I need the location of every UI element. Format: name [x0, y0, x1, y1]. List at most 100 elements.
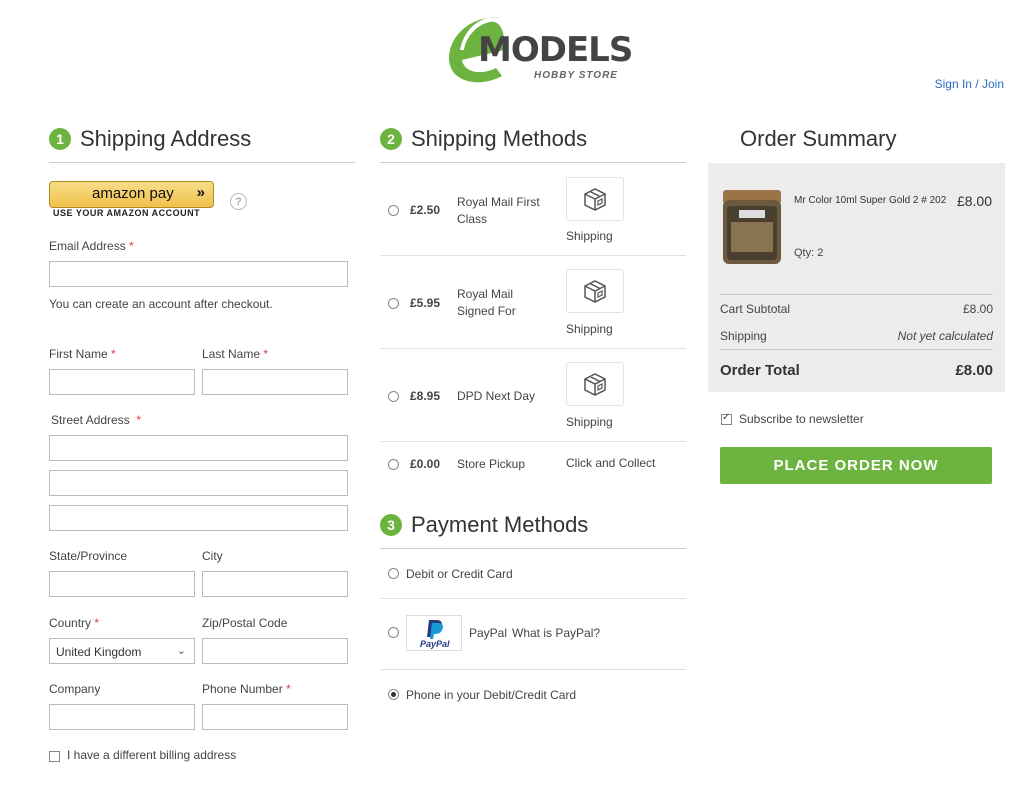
box-icon — [566, 362, 624, 406]
shipping-methods-heading: 2 Shipping Methods — [380, 126, 587, 152]
street-address-line-1[interactable] — [49, 435, 348, 461]
shipping-price: £0.00 — [410, 457, 441, 471]
shipping-price: £5.95 — [410, 296, 441, 310]
shipping-option-radio[interactable] — [388, 205, 399, 216]
order-total-value: £8.00 — [955, 362, 993, 379]
newsletter-label: Subscribe to newsletter — [739, 412, 864, 426]
box-icon — [566, 269, 624, 313]
divider — [380, 255, 686, 256]
shipping-method-name: DPD Next Day — [457, 389, 536, 403]
help-icon[interactable]: ? — [230, 193, 247, 210]
order-summary-heading: Order Summary — [740, 126, 896, 152]
shipping-option-radio[interactable] — [388, 298, 399, 309]
billing-address-checkbox[interactable] — [49, 751, 60, 762]
sign-in-link[interactable]: Sign In — [935, 77, 972, 91]
country-value: United Kingdom — [56, 645, 142, 659]
paypal-logo-text: PayPal — [420, 639, 450, 649]
email-field[interactable] — [49, 261, 348, 287]
divider — [720, 294, 993, 295]
amazon-pay-button[interactable]: amazon pay » — [49, 181, 214, 208]
shipping-method-name: Royal Mail First Class — [457, 195, 540, 226]
account-links: Sign In / Join — [935, 77, 1004, 91]
payment-paypal-radio[interactable] — [388, 627, 399, 638]
order-total-label: Order Total — [720, 362, 800, 379]
place-order-button[interactable]: PLACE ORDER NOW — [720, 447, 992, 484]
subtotal-value: £8.00 — [962, 302, 993, 316]
phone-field[interactable] — [202, 704, 348, 730]
email-label: Email Address * — [49, 239, 134, 253]
divider — [720, 349, 993, 350]
first-name-field[interactable] — [49, 369, 195, 395]
amazon-pay-label: amazon pay — [92, 185, 174, 202]
step-number-1: 1 — [49, 128, 71, 150]
step-number-3: 3 — [380, 514, 402, 536]
divider — [380, 441, 686, 442]
order-summary-panel: Mr Color 10ml Super Gold 2 # 202 £8.00 Q… — [708, 163, 1005, 392]
logo-text: MODELS — [478, 30, 633, 70]
account-note: You can create an account after checkout… — [49, 297, 273, 311]
link-separator: / — [971, 77, 982, 91]
city-field[interactable] — [202, 571, 348, 597]
payment-phone-radio[interactable] — [388, 689, 399, 700]
newsletter-checkbox[interactable] — [721, 412, 732, 425]
paypal-logo: PayPal — [406, 615, 462, 651]
payment-paypal-label: PayPal — [469, 626, 508, 640]
divider — [380, 598, 686, 599]
payment-methods-heading: 3 Payment Methods — [380, 512, 588, 538]
zip-field[interactable] — [202, 638, 348, 664]
order-summary-title: Order Summary — [740, 126, 897, 151]
product-price: £8.00 — [956, 193, 992, 209]
zip-label: Zip/Postal Code — [202, 616, 288, 630]
join-link[interactable]: Join — [982, 77, 1004, 91]
last-name-label: Last Name * — [202, 347, 269, 361]
step-number-2: 2 — [380, 128, 402, 150]
payment-card-label: Debit or Credit Card — [406, 567, 513, 581]
shipping-carrier-label: Shipping — [566, 415, 613, 429]
last-name-field[interactable] — [202, 369, 348, 395]
shipping-method-name: Royal Mail Signed For — [457, 287, 516, 318]
divider — [380, 548, 686, 549]
state-label: State/Province — [49, 549, 128, 563]
subtotal-label: Cart Subtotal — [720, 302, 791, 316]
shipping-value: Not yet calculated — [897, 329, 993, 343]
shipping-methods-title: Shipping Methods — [411, 126, 588, 151]
shipping-carrier-label: Shipping — [566, 229, 613, 243]
shipping-address-heading: 1 Shipping Address — [49, 126, 251, 152]
logo-subtitle: HOBBY STORE — [534, 70, 618, 81]
box-icon — [566, 177, 624, 221]
shipping-address-title: Shipping Address — [80, 126, 252, 151]
amazon-pay-subtitle: USE YOUR AMAZON ACCOUNT — [53, 208, 201, 218]
store-logo[interactable]: MODELS HOBBY STORE — [440, 10, 633, 90]
payment-methods-title: Payment Methods — [411, 512, 589, 537]
divider — [380, 669, 686, 670]
phone-label: Phone Number * — [202, 682, 291, 696]
chevron-down-icon: ⌄ — [176, 645, 186, 657]
payment-phone-label: Phone in your Debit/Credit Card — [406, 688, 577, 702]
product-image[interactable] — [721, 188, 783, 268]
shipping-option-radio[interactable] — [388, 459, 399, 470]
what-is-paypal-link[interactable]: What is PayPal? — [512, 626, 600, 640]
first-name-label: First Name * — [49, 347, 116, 361]
company-field[interactable] — [49, 704, 195, 730]
shipping-price: £8.95 — [410, 389, 441, 403]
shipping-option-radio[interactable] — [388, 391, 399, 402]
street-address-line-3[interactable] — [49, 505, 348, 531]
street-address-label: Street Address * — [51, 413, 142, 427]
chevron-right-icon: » — [196, 184, 205, 201]
shipping-method-name: Store Pickup — [457, 457, 526, 471]
city-label: City — [202, 549, 223, 563]
country-label: Country * — [49, 616, 100, 630]
shipping-label: Shipping — [720, 329, 767, 343]
shipping-carrier-label: Shipping — [566, 322, 613, 336]
billing-address-label: I have a different billing address — [67, 748, 237, 762]
street-address-line-2[interactable] — [49, 470, 348, 496]
product-name[interactable]: Mr Color 10ml Super Gold 2 # 202 — [794, 195, 946, 206]
country-select[interactable]: United Kingdom ⌄ — [49, 638, 195, 664]
state-field[interactable] — [49, 571, 195, 597]
payment-card-radio[interactable] — [388, 568, 399, 579]
shipping-price: £2.50 — [410, 203, 441, 217]
product-qty: Qty: 2 — [794, 247, 824, 259]
shipping-carrier-label: Click and Collect — [566, 456, 656, 470]
divider — [49, 162, 355, 163]
divider — [380, 162, 686, 163]
